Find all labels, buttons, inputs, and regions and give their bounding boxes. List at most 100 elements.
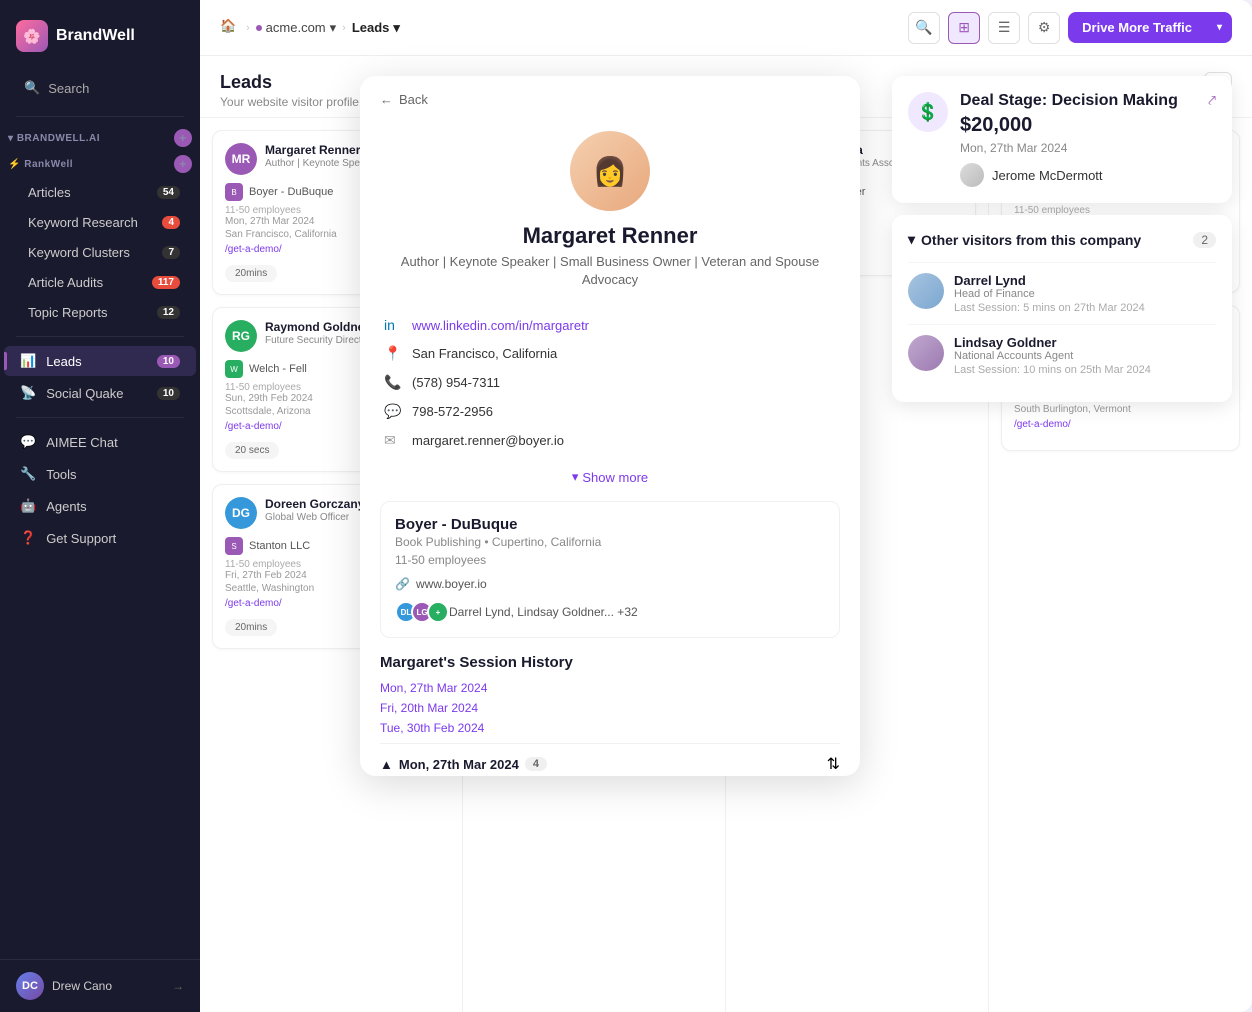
- visitor-role-darrel: Head of Finance: [954, 288, 1145, 300]
- visitor-role-lindsay: National Accounts Agent: [954, 350, 1151, 362]
- drive-traffic-btn[interactable]: Drive More Traffic ▾: [1068, 12, 1232, 43]
- show-more-btn[interactable]: ▾ Show more: [360, 461, 860, 501]
- user-avatar: DC: [16, 972, 44, 1000]
- agents-icon: 🤖: [20, 498, 36, 514]
- logo-icon: 🌸: [16, 20, 48, 52]
- divider-2: [16, 336, 184, 337]
- team-avatar-3: +: [427, 601, 449, 623]
- right-panel: 💲 Deal Stage: Decision Making $20,000 Mo…: [892, 76, 1232, 402]
- sidebar-item-article-audits[interactable]: Article Audits 117: [12, 268, 196, 297]
- session-group-header: ▲ Mon, 27th Mar 2024 4 ⇅: [380, 743, 840, 776]
- session-chevron: ▲: [380, 757, 393, 772]
- show-more-chevron: ▾: [572, 469, 579, 485]
- divider-1: [16, 116, 184, 117]
- settings-btn[interactable]: ⚙: [1028, 12, 1060, 44]
- leads-badge: 10: [157, 355, 180, 368]
- sidebar-item-articles[interactable]: Articles 54: [12, 178, 196, 207]
- visitor-name-darrel: Darrel Lynd: [954, 273, 1145, 288]
- lead-avatar-raymond: RG: [225, 320, 257, 352]
- grid-view-btn[interactable]: ⊞: [948, 12, 980, 44]
- sidebar-item-agents[interactable]: 🤖 Agents: [4, 491, 196, 521]
- deal-icon: 💲: [908, 92, 948, 132]
- sidebar-item-aimee-chat[interactable]: 💬 AIMEE Chat: [4, 427, 196, 457]
- company-icon-doreen: S: [225, 537, 243, 555]
- sidebar-item-support[interactable]: ❓ Get Support: [4, 523, 196, 553]
- search-topbar-btn[interactable]: 🔍: [908, 12, 940, 44]
- company-name: Boyer - DuBuque: [249, 186, 333, 198]
- linkedin-link[interactable]: www.linkedin.com/in/margaretr: [412, 318, 589, 333]
- message-icon: 💬: [384, 403, 400, 420]
- company-team: DL LG + Darrel Lynd, Lindsay Goldner... …: [395, 601, 825, 623]
- social-quake-icon: 📡: [20, 385, 36, 401]
- session-date-2[interactable]: Fri, 20th Mar 2024: [380, 701, 840, 715]
- deal-person-avatar: [960, 163, 984, 187]
- tools-icon: 🔧: [20, 466, 36, 482]
- company-size-detail: 11-50 employees: [395, 553, 825, 567]
- visitors-header: ▾ Other visitors from this company 2: [908, 231, 1216, 248]
- sidebar-item-tools[interactable]: 🔧 Tools: [4, 459, 196, 489]
- lead-time-raymond: 20 secs: [225, 442, 279, 459]
- domain-breadcrumb[interactable]: acme.com ▾: [256, 20, 337, 36]
- sidebar-item-keyword-research[interactable]: Keyword Research 4: [12, 208, 196, 237]
- social-quake-label: Social Quake: [46, 386, 123, 401]
- sidebar-item-leads[interactable]: 📊 Leads 10: [4, 346, 196, 376]
- visitor-info-darrel: Darrel Lynd Head of Finance Last Session…: [954, 273, 1145, 314]
- sidebar-item-topic-reports[interactable]: Topic Reports 12: [12, 298, 196, 327]
- session-date-1[interactable]: Mon, 27th Mar 2024: [380, 681, 840, 695]
- user-profile[interactable]: DC Drew Cano →: [0, 960, 200, 1012]
- session-date-3[interactable]: Tue, 30th Feb 2024: [380, 721, 840, 735]
- detail-message: 💬 798-572-2956: [384, 403, 836, 420]
- back-arrow: ←: [380, 92, 393, 107]
- deal-external-link[interactable]: ⤤: [1208, 92, 1216, 109]
- main-content: 🏠 › acme.com ▾ › Leads ▾ 🔍 ⊞ ☰ ⚙: [200, 0, 1252, 1012]
- back-btn[interactable]: ← Back: [360, 76, 860, 115]
- divider-3: [16, 417, 184, 418]
- lead-location-violet: South Burlington, Vermont: [1014, 404, 1227, 415]
- visitor-item-lindsay[interactable]: Lindsay Goldner National Accounts Agent …: [908, 324, 1216, 386]
- lead-time-doreen: 20mins: [225, 619, 277, 636]
- article-audits-label: Article Audits: [28, 275, 103, 290]
- detail-panel: ← Back 👩 Margaret Renner Author | Keynot…: [360, 76, 860, 776]
- brandwell-add-btn[interactable]: +: [174, 129, 192, 147]
- lead-link-violet[interactable]: /get-a-demo/: [1014, 419, 1227, 430]
- home-icon[interactable]: 🏠: [220, 18, 240, 38]
- detail-company: Boyer - DuBuque Book Publishing • Cupert…: [380, 501, 840, 638]
- visitor-item-darrel[interactable]: Darrel Lynd Head of Finance Last Session…: [908, 262, 1216, 324]
- sidebar: 🌸 BrandWell 🔍 Search ▾ BRANDWELL.AI + ⚡ …: [0, 0, 200, 1012]
- team-avatars: DL LG +: [395, 601, 443, 623]
- session-history: Margaret's Session History Mon, 27th Mar…: [360, 654, 860, 776]
- visitor-info-lindsay: Lindsay Goldner National Accounts Agent …: [954, 335, 1151, 376]
- article-audits-badge: 117: [152, 276, 180, 289]
- rankwell-add-btn[interactable]: +: [174, 155, 192, 173]
- social-quake-badge: 10: [157, 387, 180, 400]
- lead-avatar-doreen: DG: [225, 497, 257, 529]
- phone-icon: 📞: [384, 374, 400, 391]
- search-icon: 🔍: [24, 80, 40, 96]
- topbar-actions: 🔍 ⊞ ☰ ⚙ Drive More Traffic ▾: [908, 12, 1232, 44]
- company-name-detail: Boyer - DuBuque: [395, 516, 825, 533]
- session-group-date: Mon, 27th Mar 2024: [399, 757, 519, 772]
- brandwell-section-header[interactable]: ▾ BRANDWELL.AI +: [8, 129, 192, 147]
- show-more-label: Show more: [582, 470, 648, 485]
- lead-avatar-margaret: MR: [225, 143, 257, 175]
- detail-location: 📍 San Francisco, California: [384, 345, 836, 362]
- sidebar-item-keyword-clusters[interactable]: Keyword Clusters 7: [12, 238, 196, 267]
- deal-card: 💲 Deal Stage: Decision Making $20,000 Mo…: [892, 76, 1232, 203]
- visitor-session-lindsay: Last Session: 10 mins on 25th Mar 2024: [954, 364, 1151, 376]
- sep-1: ›: [246, 22, 250, 34]
- domain-label: acme.com: [266, 20, 326, 35]
- support-icon: ❓: [20, 530, 36, 546]
- detail-info-list: in www.linkedin.com/in/margaretr 📍 San F…: [360, 305, 860, 461]
- sidebar-item-social-quake[interactable]: 📡 Social Quake 10: [4, 378, 196, 408]
- list-view-btn[interactable]: ☰: [988, 12, 1020, 44]
- rankwell-section-header[interactable]: ⚡ RankWell +: [8, 155, 192, 173]
- brandwell-section: ▾ BRANDWELL.AI +: [0, 125, 200, 151]
- drive-btn-arrow[interactable]: ▾: [1207, 14, 1232, 41]
- current-page-breadcrumb[interactable]: Leads ▾: [352, 20, 400, 36]
- chevron-visitors: ▾: [908, 231, 915, 248]
- company-website: 🔗 www.boyer.io: [395, 577, 825, 591]
- detail-subtitle: Author | Keynote Speaker | Small Busines…: [380, 253, 840, 289]
- rankwell-subitems: Articles 54 Keyword Research 4 Keyword C…: [0, 177, 200, 328]
- search-button[interactable]: 🔍 Search: [8, 72, 192, 104]
- email-text: margaret.renner@boyer.io: [412, 433, 564, 448]
